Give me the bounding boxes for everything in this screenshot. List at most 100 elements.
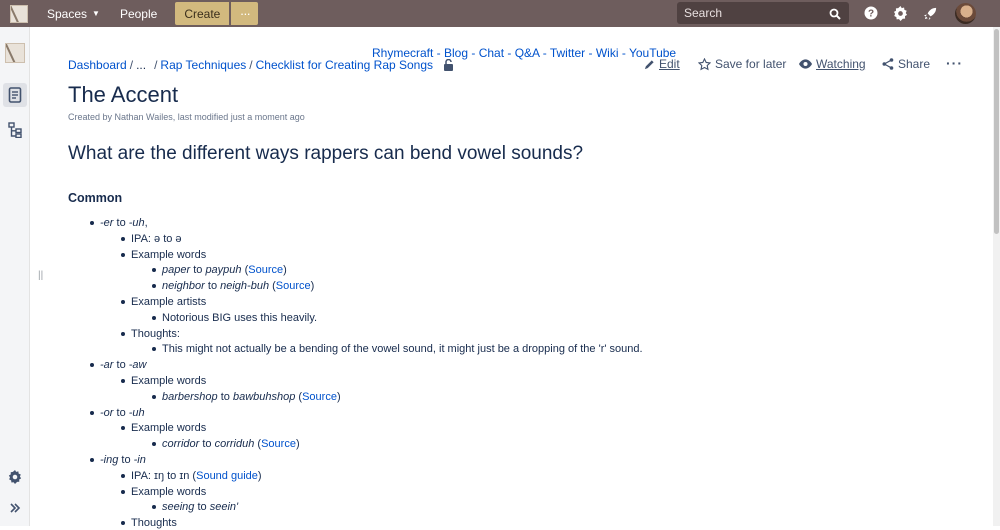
list-text: -ar [100,359,114,371]
page-tree-icon[interactable] [3,118,27,142]
list-text: IPA: ə to ə [131,233,182,245]
people-link[interactable]: People [110,0,167,27]
gear-icon[interactable] [892,5,908,21]
breadcrumb-separator: / [154,58,158,72]
rocket-icon[interactable] [922,5,938,21]
list-item: Thoughts [121,516,177,530]
breadcrumb-dashboard[interactable]: Dashboard [68,58,127,72]
avatar[interactable] [955,3,976,24]
source-link[interactable]: Sound guide [196,470,258,482]
list-text: Example words [131,249,207,261]
space-logo-icon [5,43,25,63]
unlock-icon[interactable] [443,59,454,71]
source-link[interactable]: Source [276,280,311,292]
list-text: to [113,217,129,229]
list-text: Example words [131,486,207,498]
list-item: Example words [120,485,207,499]
list-text: ) [295,438,300,450]
save-for-later-label: Save for later [715,57,787,71]
list-item: -ar to -aw [89,358,146,372]
list-text: bawbuhshop [232,391,296,403]
list-text: paypuh [205,264,242,276]
edit-label: Edit [659,57,680,71]
list-text: Example words [131,422,207,434]
list-text: -in [133,454,146,466]
search-input[interactable] [684,6,824,20]
source-link[interactable]: Source [248,264,283,276]
list-text: IPA: ɪŋ to ɪn ( [131,470,197,482]
spaces-label: Spaces [47,6,88,21]
list-text: to [217,391,233,403]
breadcrumb: Dashboard / ... / Rap Techniques / Check… [68,58,454,72]
search-icon[interactable] [829,7,841,25]
breadcrumb-checklist[interactable]: Checklist for Creating Rap Songs [256,58,433,72]
source-link[interactable]: Source [302,391,337,403]
space-settings-gear-icon[interactable] [3,465,27,489]
more-icon[interactable]: ··· [946,55,963,71]
space-sidebar [0,27,30,526]
list-item: This might not actually be a bending of … [152,342,643,356]
list-text: paper [162,264,191,276]
list-text: , [144,217,148,229]
page-byline: Created by Nathan Wailes, last modified … [68,112,305,122]
source-link[interactable]: Source [261,438,296,450]
help-icon[interactable]: ? [863,5,879,21]
list-text: Notorious BIG uses this heavily. [162,312,318,324]
site-logo[interactable] [5,0,33,27]
list-text: ) [257,470,262,482]
pages-icon[interactable] [3,83,27,107]
list-item: corridor to corriduh (Source) [152,437,300,451]
page-scrollbar[interactable] [993,27,1000,526]
list-text: Thoughts: [131,328,180,340]
list-text: to [199,438,215,450]
list-text: neighbor [162,280,205,292]
list-item: -or to -uh [90,406,145,420]
list-item: Example artists [120,295,206,309]
share-button[interactable]: Share [882,57,930,71]
breadcrumb-rap-techniques[interactable]: Rap Techniques [160,58,246,72]
top-navigation-bar: Spaces ▼ People Create ··· ? [0,0,1000,27]
breadcrumb-separator: / [249,58,253,72]
share-icon [882,58,894,70]
logo-icon [10,4,28,23]
list-item: Example words [120,248,207,262]
search-box[interactable] [677,2,849,24]
list-item: paper to paypuh (Source) [152,263,287,277]
list-item: Thoughts: [121,327,180,341]
chevron-down-icon: ▼ [92,9,100,18]
people-label: People [119,6,158,21]
list-text: -uh [128,217,145,229]
svg-text:?: ? [868,9,874,20]
list-text: to [113,359,129,371]
list-text: ( [269,280,276,292]
breadcrumb-separator: / [129,58,134,72]
create-more-button[interactable]: ··· [231,2,259,25]
sidebar-resize-handle[interactable]: || [38,270,43,281]
list-item: IPA: ə to ə [121,232,182,246]
create-button[interactable]: Create [175,2,230,25]
list-text: ) [310,280,315,292]
watching-button[interactable]: Watching [799,57,866,71]
list-item: Example words [120,421,207,435]
pencil-icon [644,59,654,69]
list-item: IPA: ɪŋ to ɪn (Sound guide) [121,469,262,483]
expand-sidebar-icon[interactable] [3,496,27,520]
save-for-later-button[interactable]: Save for later [698,57,786,71]
list-text: to [190,264,206,276]
list-text: to [204,280,221,292]
list-text: ) [283,264,287,276]
section-heading-common: Common [68,191,123,205]
list-item: -ing to -in [90,453,146,467]
edit-button[interactable]: Edit [644,57,680,71]
list-text: to [118,454,134,466]
breadcrumb-ellipsis[interactable]: ... [136,58,146,72]
list-text: seeing [162,501,195,513]
page-title: The Accent [68,82,179,107]
list-text: -er [100,217,114,229]
share-label: Share [898,57,931,71]
spaces-menu[interactable]: Spaces ▼ [37,0,110,27]
list-text: seein' [209,501,239,513]
scrollbar-thumb[interactable] [994,29,999,234]
space-logo[interactable] [3,41,27,65]
list-item: -er to -uh, [90,216,148,230]
